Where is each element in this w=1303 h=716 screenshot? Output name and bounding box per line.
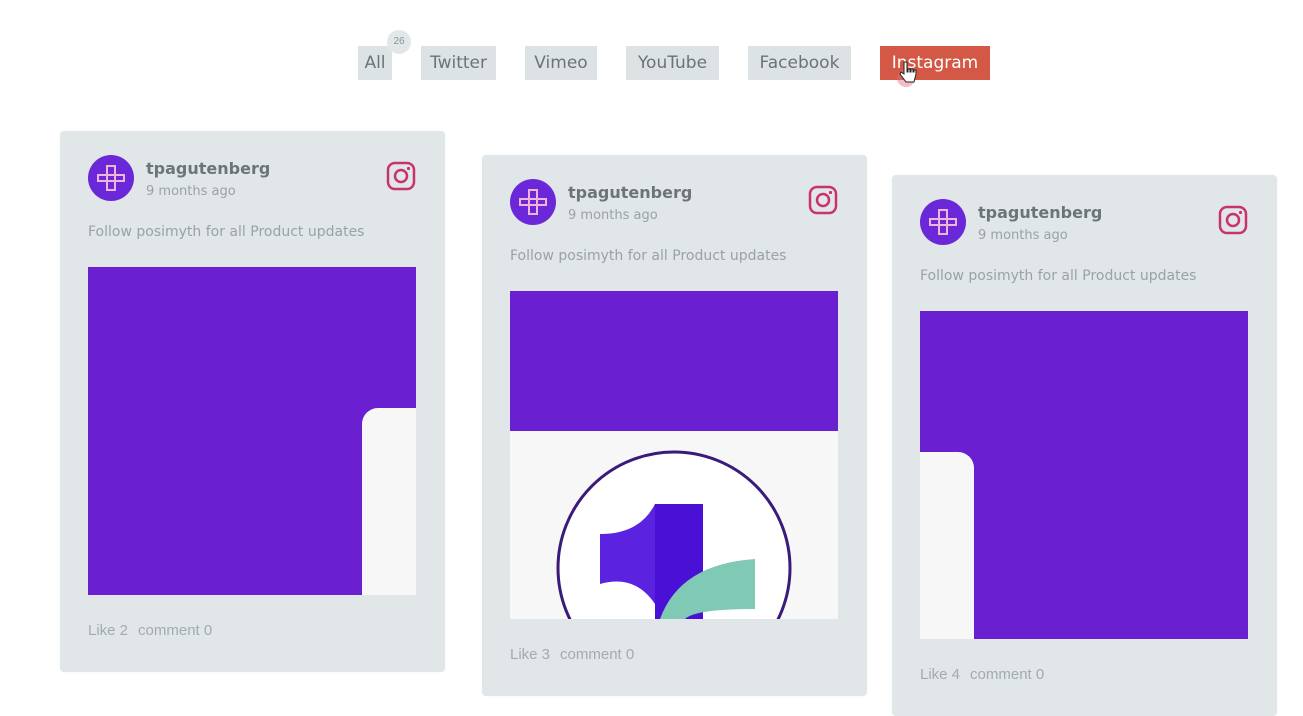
post-image[interactable] <box>920 311 1248 639</box>
comment-count[interactable]: comment 0 <box>138 622 212 639</box>
filter-vimeo[interactable]: Vimeo <box>525 46 597 80</box>
post-caption: Follow posimyth for all Product updates <box>920 268 1197 284</box>
image-purple-band <box>510 291 838 431</box>
comment-count[interactable]: comment 0 <box>560 646 634 663</box>
post-stats: Like 4 comment 0 <box>920 666 1054 683</box>
instagram-icon[interactable] <box>1218 205 1248 235</box>
post-image[interactable] <box>88 267 416 595</box>
username[interactable]: tpagutenberg <box>146 159 270 178</box>
all-count-badge: 26 <box>387 30 411 54</box>
instagram-icon[interactable] <box>386 161 416 191</box>
filter-facebook[interactable]: Facebook <box>748 46 851 80</box>
filter-youtube[interactable]: YouTube <box>626 46 719 80</box>
instagram-icon[interactable] <box>808 185 838 215</box>
image-white-shape <box>920 452 974 639</box>
filter-bar: All Twitter Vimeo YouTube Facebook Insta… <box>0 46 1303 80</box>
post-stats: Like 3 comment 0 <box>510 646 644 663</box>
image-white-shape <box>362 408 416 595</box>
post-time: 9 months ago <box>978 228 1068 243</box>
post-caption: Follow posimyth for all Product updates <box>510 248 787 264</box>
like-count[interactable]: Like 2 <box>88 622 128 639</box>
avatar[interactable] <box>88 155 134 201</box>
username[interactable]: tpagutenberg <box>568 183 692 202</box>
posimyth-logo-icon <box>556 450 792 619</box>
like-count[interactable]: Like 4 <box>920 666 960 683</box>
feed-card[interactable]: tpagutenberg 9 months ago Follow posimyt… <box>892 175 1277 716</box>
avatar[interactable] <box>510 179 556 225</box>
comment-count[interactable]: comment 0 <box>970 666 1044 683</box>
like-count[interactable]: Like 3 <box>510 646 550 663</box>
post-caption: Follow posimyth for all Product updates <box>88 224 365 240</box>
feed-card[interactable]: tpagutenberg 9 months ago Follow posimyt… <box>60 131 445 672</box>
feed-card[interactable]: tpagutenberg 9 months ago Follow posimyt… <box>482 155 867 696</box>
post-time: 9 months ago <box>146 184 236 199</box>
post-stats: Like 2 comment 0 <box>88 622 222 639</box>
filter-twitter[interactable]: Twitter <box>421 46 496 80</box>
post-time: 9 months ago <box>568 208 658 223</box>
avatar[interactable] <box>920 199 966 245</box>
hand-cursor-icon <box>896 58 920 88</box>
filter-all[interactable]: All <box>358 46 392 80</box>
post-image[interactable] <box>510 291 838 619</box>
username[interactable]: tpagutenberg <box>978 203 1102 222</box>
